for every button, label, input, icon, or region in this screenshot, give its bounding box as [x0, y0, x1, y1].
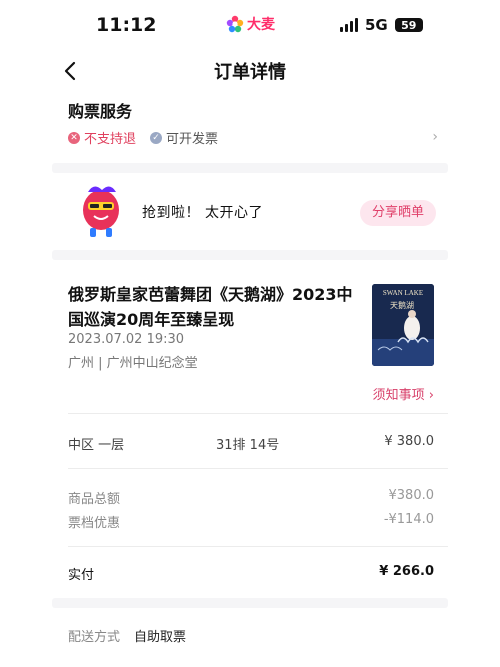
service-item-invoice: ✓ 可开发票 [150, 128, 218, 147]
fee-value: -¥114.0 [383, 512, 434, 527]
service-item-label: 可开发票 [166, 132, 219, 147]
poster-title: SWAN LAKE [383, 289, 423, 297]
service-item-label: 不支持退 [84, 132, 137, 147]
divider-line [68, 468, 448, 469]
fee-label: 商品总额 [68, 492, 121, 507]
section-divider [52, 163, 448, 173]
battery-level: 59 [401, 18, 417, 32]
promo-text: 抢到啦！ 太开心了 [142, 205, 263, 221]
mascot-icon [83, 186, 119, 237]
poster-image: SWAN LAKE 天鹅湖 [372, 284, 434, 366]
poster-subtitle: 天鹅湖 [390, 300, 414, 310]
ticket-zone: 中区 一层 [68, 438, 125, 453]
status-time: 11:12 [96, 14, 157, 36]
divider-line [68, 546, 448, 547]
check-circle-icon: ✓ [150, 131, 163, 144]
ticket-seat: 31排 14号 [216, 438, 280, 453]
section-divider [52, 598, 448, 608]
show-info-card[interactable]: 俄罗斯皇家芭蕾舞团《天鹅湖》2023中国巡演20周年至臻呈现 2023.07.0… [68, 282, 438, 412]
page-title: 订单详情 [214, 62, 286, 83]
service-items: ✕ 不支持退 ✓ 可开发票 [68, 128, 232, 147]
section-divider [52, 250, 448, 260]
divider-line [68, 413, 448, 414]
paid-label: 实付 [68, 568, 95, 583]
paid-amount: ¥ 266.0 [379, 564, 434, 579]
ticket-price: ¥ 380.0 [384, 434, 434, 449]
paid-row: 实付 ¥ 266.0 [68, 564, 434, 583]
damai-flower-icon [226, 15, 244, 33]
x-circle-icon: ✕ [68, 131, 80, 144]
promo-banner: 抢到啦！ 太开心了 分享晒单 [68, 178, 438, 242]
share-order-button[interactable]: 分享晒单 [359, 200, 436, 226]
battery-icon: 59 [394, 18, 423, 32]
network-label: 5G [365, 16, 388, 34]
service-item-refund: ✕ 不支持退 [68, 128, 136, 147]
status-indicators: 5G 59 [340, 16, 423, 34]
app-logo-text: 大麦 [247, 17, 275, 33]
notice-label: 须知事项 [372, 388, 425, 403]
fee-value: ¥380.0 [388, 488, 435, 503]
chevron-right-icon: › [428, 388, 434, 403]
navigation-bar: 订单详情 [0, 52, 500, 90]
show-poster[interactable]: SWAN LAKE 天鹅湖 [372, 284, 434, 366]
app-logo: 大麦 [226, 14, 275, 34]
signal-icon [340, 18, 358, 32]
notice-link[interactable]: 须知事项 › [373, 384, 434, 403]
fee-label: 票档优惠 [68, 516, 121, 531]
status-bar: 11:12 大麦 5G 59 [0, 0, 500, 52]
section-title: 购票服务 [68, 102, 133, 121]
chevron-right-icon: › [432, 129, 438, 145]
delivery-value: 自助取票 [134, 630, 187, 645]
delivery-label: 配送方式 [68, 630, 121, 645]
show-venue: 广州 | 广州中山纪念堂 [68, 356, 198, 371]
ticket-service-section[interactable]: 购票服务 ✕ 不支持退 ✓ 可开发票 › [68, 98, 438, 154]
show-title: 俄罗斯皇家芭蕾舞团《天鹅湖》2023中国巡演20周年至臻呈现 [68, 285, 353, 329]
show-datetime: 2023.07.02 19:30 [68, 332, 185, 347]
